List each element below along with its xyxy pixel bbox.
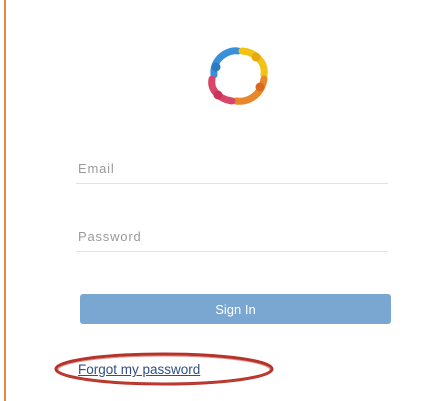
email-field[interactable] [76, 153, 388, 184]
password-input[interactable] [76, 221, 388, 251]
password-field[interactable] [76, 221, 388, 252]
sign-in-button[interactable]: Sign In [80, 294, 391, 324]
login-panel: Sign In Forgot my password [6, 0, 447, 401]
email-input[interactable] [76, 153, 388, 183]
forgot-password-link[interactable]: Forgot my password [78, 362, 200, 377]
login-screen: Sign In Forgot my password [0, 0, 447, 401]
people-circle-logo-icon [208, 47, 268, 105]
